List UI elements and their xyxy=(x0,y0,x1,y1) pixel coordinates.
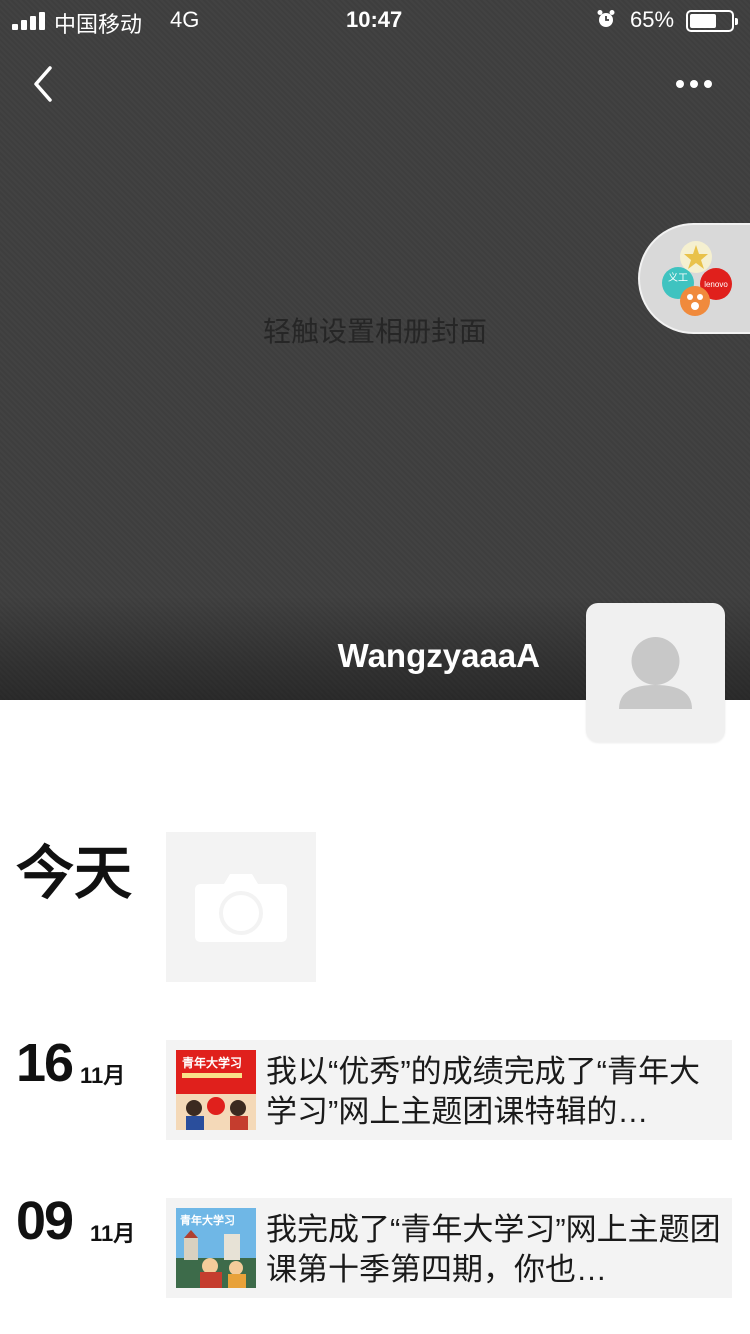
floating-shortcut-badge[interactable]: lenovo 义工 xyxy=(638,223,750,334)
post-thumbnail: 青年大学习 xyxy=(176,1050,256,1130)
post-item[interactable]: 青年大学习 我完成了“青年大学习”网上主题团课第十季第四期，你也… xyxy=(166,1198,732,1298)
post-photo-button[interactable] xyxy=(166,832,316,982)
today-label: 今天 xyxy=(16,841,133,906)
chevron-left-icon xyxy=(34,66,52,102)
post-item[interactable]: 青年大学习 我以“优秀”的成绩完成了“青年大学习”网上主题团课特辑的… xyxy=(166,1040,732,1140)
badge-app-icons: lenovo 义工 xyxy=(662,241,732,316)
post-text: 我以“优秀”的成绩完成了“青年大学习”网上主题团课特辑的… xyxy=(266,1054,700,1129)
battery-percent: 65% xyxy=(630,7,675,32)
default-user-avatar-icon xyxy=(619,637,692,709)
svg-text:lenovo: lenovo xyxy=(704,280,728,289)
post-thumbnail: 青年大学习 xyxy=(176,1208,256,1288)
alarm-icon xyxy=(597,10,615,27)
camera-icon xyxy=(195,874,287,942)
set-cover-hint[interactable]: 轻触设置相册封面 xyxy=(0,310,750,350)
album-cover[interactable] xyxy=(0,0,750,700)
post-date-month: 11月 xyxy=(90,1221,136,1246)
more-button[interactable] xyxy=(668,66,720,102)
profile-nickname[interactable]: WangzyaaaA xyxy=(300,637,540,675)
network-label: 4G xyxy=(170,7,200,32)
clock: 10:47 xyxy=(346,7,403,32)
post-date-day: 09 xyxy=(16,1191,74,1251)
post-text: 我完成了“青年大学习”网上主题团课第十季第四期，你也… xyxy=(266,1212,721,1287)
svg-text:义工: 义工 xyxy=(668,272,688,284)
svg-text:青年大学习: 青年大学习 xyxy=(182,1055,242,1070)
carrier-label: 中国移动 xyxy=(54,12,143,37)
svg-text:青年大学习: 青年大学习 xyxy=(180,1213,235,1227)
post-date-day: 16 xyxy=(16,1033,74,1093)
more-dots-icon xyxy=(676,80,712,88)
signal-icon xyxy=(12,12,46,30)
battery-icon xyxy=(686,10,738,32)
status-bar: 中国移动 4G 10:47 65% xyxy=(0,0,750,40)
post-date-month: 11月 xyxy=(80,1063,126,1088)
back-button[interactable] xyxy=(26,62,66,106)
profile-avatar[interactable] xyxy=(586,603,725,742)
